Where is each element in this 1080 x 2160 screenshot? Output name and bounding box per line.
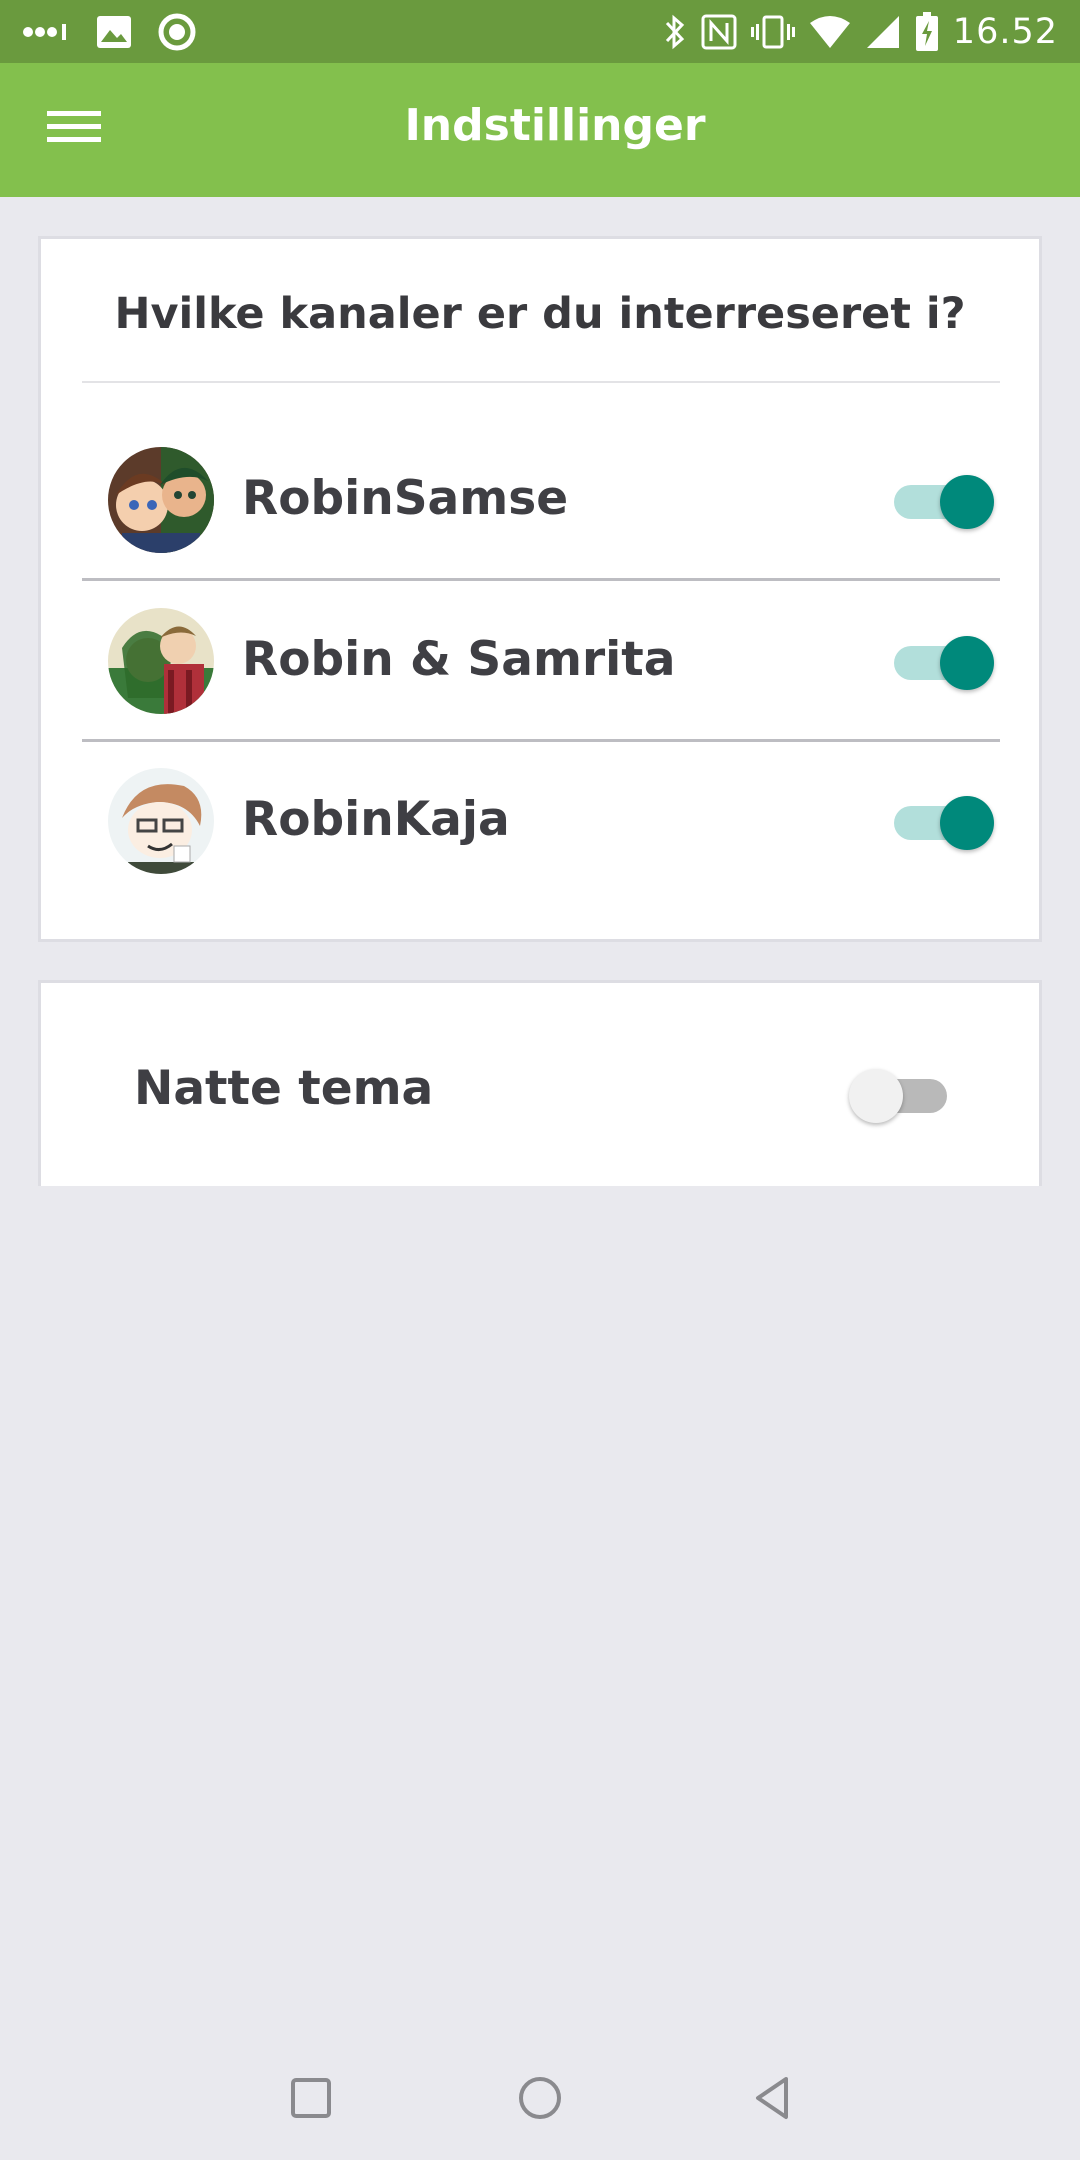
channel-row-robinsamse: RobinSamse [82, 421, 1000, 579]
channel-row-robinkaja: RobinKaja [82, 742, 1000, 900]
wifi-icon [809, 15, 851, 49]
channels-question: Hvilke kanaler er du interreseret i? [114, 289, 966, 339]
divider [82, 381, 1000, 383]
channel-toggle-robin-samrita[interactable] [894, 632, 994, 690]
toggle-thumb [940, 636, 994, 690]
channel-toggle-robinsamse[interactable] [894, 471, 994, 529]
channel-label: RobinKaja [242, 792, 510, 847]
app-bar: Indstillinger [0, 63, 1080, 197]
status-time: 16.52 [952, 12, 1058, 52]
back-triangle-icon[interactable] [740, 2066, 804, 2130]
night-theme-label: Natte tema [134, 1061, 434, 1116]
battery-charging-icon [915, 12, 939, 52]
gallery-icon [96, 15, 132, 49]
bluetooth-icon [663, 14, 687, 50]
avatar-robinkaja [108, 768, 214, 874]
toggle-thumb [940, 475, 994, 529]
channels-card: Hvilke kanaler er du interreseret i? Rob… [38, 236, 1042, 942]
channel-toggle-robinkaja[interactable] [894, 792, 994, 850]
channel-label: Robin & Samrita [242, 632, 676, 687]
cell-signal-icon [865, 15, 901, 49]
night-theme-card: Natte tema [38, 980, 1042, 1186]
signal-dots-icon [22, 22, 70, 42]
nfc-icon [701, 14, 737, 50]
toggle-thumb [849, 1069, 903, 1123]
channel-row-robin-samrita: Robin & Samrita [82, 582, 1000, 740]
page-title: Indstillinger [404, 100, 706, 151]
avatar-robin-samrita [108, 608, 214, 714]
navigation-bar [0, 2036, 1080, 2160]
toggle-thumb [940, 796, 994, 850]
home-circle-icon[interactable] [508, 2066, 572, 2130]
avatar-robinsamse [108, 447, 214, 553]
status-bar: 16.52 [0, 0, 1080, 63]
divider [82, 578, 1000, 581]
channel-label: RobinSamse [242, 471, 569, 526]
night-theme-toggle[interactable] [849, 1065, 951, 1123]
record-circle-icon [158, 13, 196, 51]
vibrate-icon [750, 15, 795, 49]
recents-square-icon[interactable] [279, 2066, 343, 2130]
